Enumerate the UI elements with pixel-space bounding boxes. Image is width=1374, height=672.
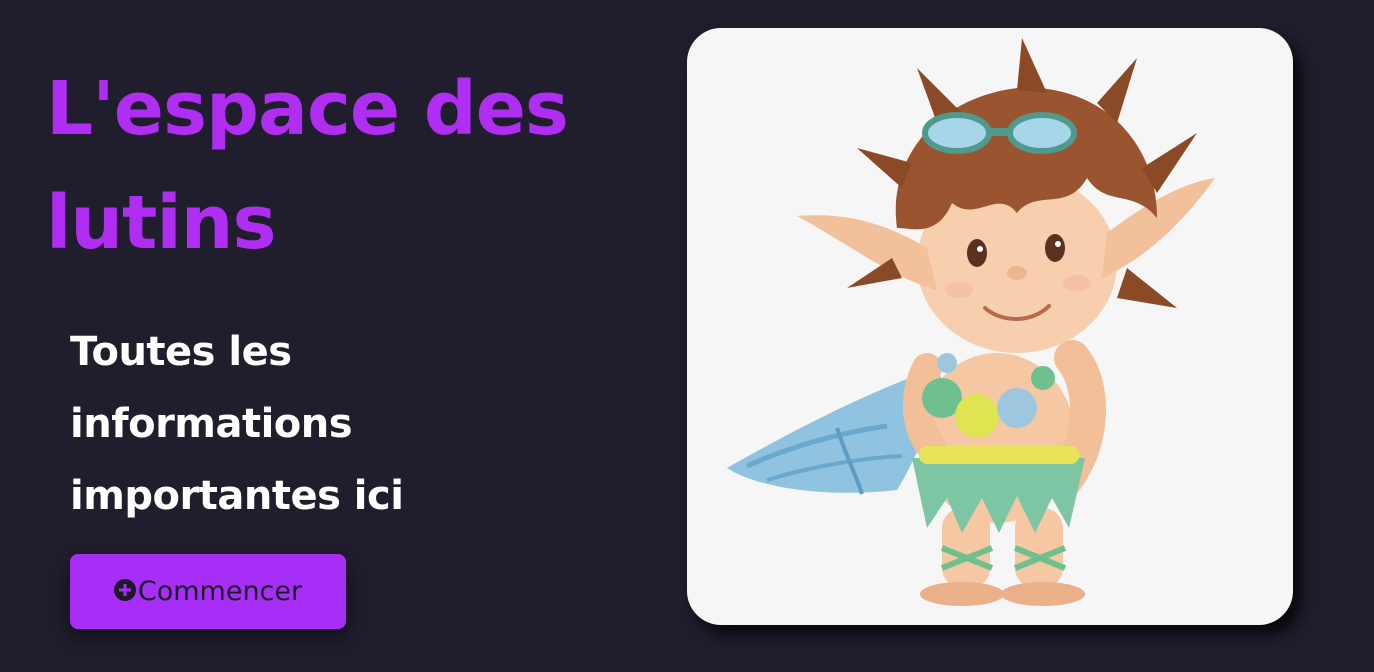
start-button-label: Commencer xyxy=(137,575,303,607)
elf-illustration-card xyxy=(687,28,1293,625)
plus-circle-icon xyxy=(113,578,136,601)
elf-illustration xyxy=(727,38,1215,606)
hero-title: L'espace des lutins xyxy=(46,66,569,266)
page: L'espace des lutins Toutes les informati… xyxy=(0,0,1374,672)
hero-subtitle: Toutes les informations importantes ici xyxy=(70,329,404,519)
start-button[interactable]: Commencer xyxy=(70,554,346,629)
